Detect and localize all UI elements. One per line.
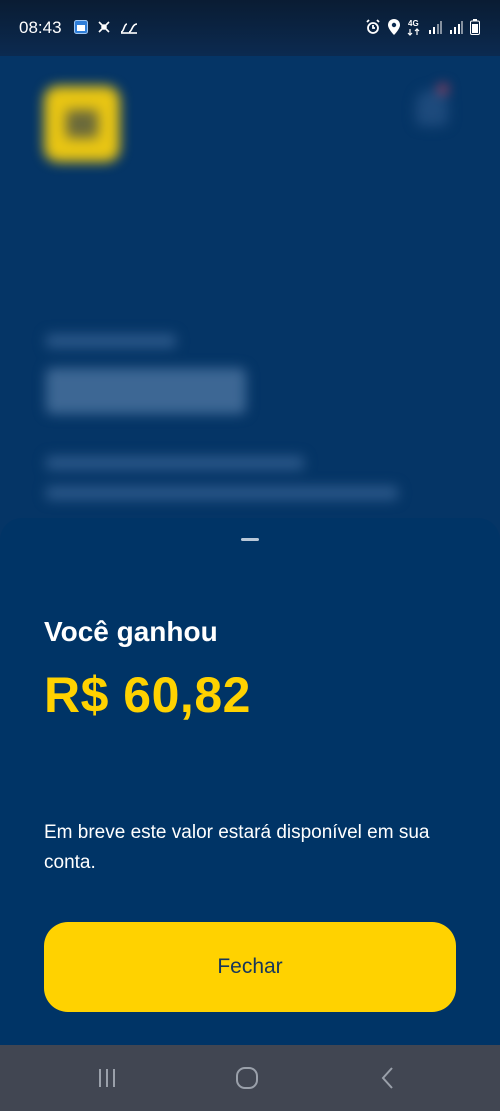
pinwheel-icon (96, 19, 112, 40)
home-icon[interactable] (232, 1065, 262, 1091)
status-right-icons: 4G (365, 18, 480, 41)
notification-bell-icon (416, 90, 448, 126)
info-line-placeholder (46, 456, 304, 470)
balance-label-placeholder (46, 334, 176, 348)
alarm-icon (365, 19, 381, 40)
signal-icon-2 (449, 20, 463, 39)
sheet-drag-handle[interactable] (241, 538, 259, 541)
status-left-icons (74, 19, 138, 40)
app-logo (44, 86, 120, 162)
recent-apps-icon[interactable] (92, 1065, 122, 1091)
navigation-bar (0, 1045, 500, 1111)
info-line-placeholder-2 (46, 486, 398, 500)
notification-dot (438, 84, 448, 94)
close-button[interactable]: Fechar (44, 922, 456, 1012)
4g-icon: 4G (407, 18, 421, 41)
signal-icon (428, 20, 442, 39)
status-bar: 08:43 4G (0, 0, 500, 56)
reward-amount: R$ 60,82 (44, 667, 251, 723)
sheet-title: Você ganhou (44, 616, 218, 647)
battery-icon (470, 19, 480, 40)
location-icon (388, 19, 400, 40)
balance-value-placeholder (46, 368, 246, 414)
sheet-description: Em breve este valor estará disponível em… (44, 822, 430, 873)
svg-text:4G: 4G (408, 19, 419, 28)
calendar-icon (74, 20, 88, 39)
back-icon[interactable] (372, 1065, 402, 1091)
reward-bottom-sheet: Você ganhou R$ 60,82 Em breve este valor… (0, 518, 500, 1045)
status-time: 08:43 (19, 18, 62, 37)
data-usage-icon (120, 21, 138, 39)
